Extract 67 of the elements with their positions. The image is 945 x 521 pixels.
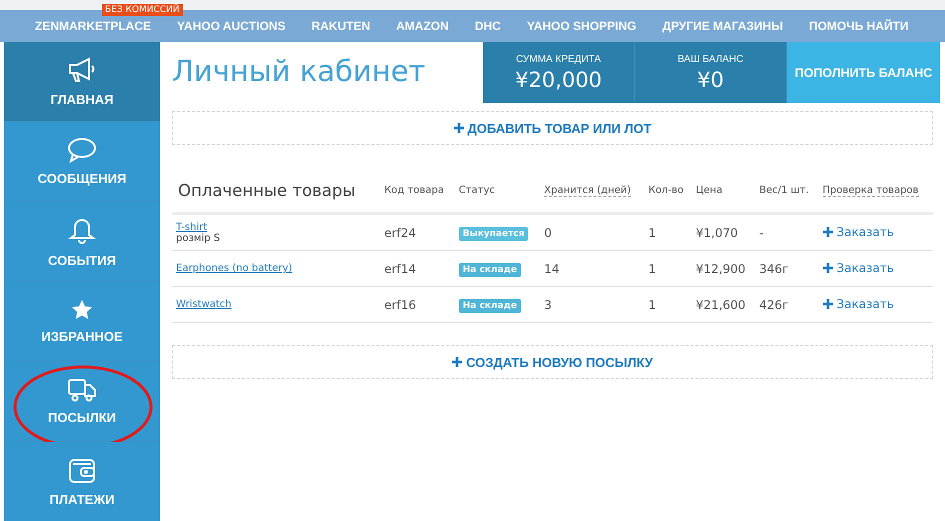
- item-link[interactable]: Wristwatch: [176, 299, 376, 310]
- table-cell: erf16: [380, 286, 455, 322]
- plus-icon: [822, 299, 833, 309]
- nav-link[interactable]: RAKUTEN: [298, 19, 384, 33]
- table-cell: 1: [644, 286, 692, 322]
- wallet-icon: [68, 456, 96, 484]
- credit-label: СУММА КРЕДИТА: [516, 54, 601, 64]
- column-header: Статус: [454, 177, 540, 214]
- nav-link[interactable]: ДРУГИЕ МАГАЗИНЫ: [649, 19, 796, 33]
- star-icon: [71, 299, 93, 321]
- column-header: Код товара: [380, 177, 455, 214]
- balance-value: ¥0: [697, 68, 724, 92]
- table-cell: ¥21,600: [692, 286, 756, 322]
- promo-badge: БЕЗ КОМИССИЙ: [102, 4, 182, 16]
- order-link[interactable]: Заказать: [822, 225, 894, 239]
- megaphone-icon: [67, 56, 97, 84]
- plus-icon: [454, 123, 464, 133]
- table-cell: 0: [540, 214, 644, 250]
- table-cell: -: [755, 214, 819, 250]
- column-header: Цена: [692, 177, 756, 214]
- sidebar-label: ГЛАВНАЯ: [50, 92, 114, 107]
- sidebar-label: ИЗБРАННОЕ: [41, 329, 123, 344]
- page-title: Личный кабинет: [171, 53, 426, 90]
- column-header: Проверка товаров: [818, 177, 933, 214]
- balance-label: ВАШ БАЛАНС: [678, 54, 744, 64]
- speech-bubble-icon: [67, 137, 97, 163]
- status-badge: На складе: [458, 298, 521, 312]
- status-badge: На складе: [458, 262, 521, 276]
- nav-link[interactable]: ZENMARKETPLACE: [22, 19, 164, 33]
- nav-link[interactable]: DHC: [462, 19, 514, 33]
- truck-icon: [67, 378, 97, 402]
- status-badge: Выкупается: [458, 226, 528, 240]
- item-note: розмір S: [176, 232, 221, 244]
- create-parcel-button[interactable]: СОЗДАТЬ НОВУЮ ПОСЫЛКУ: [172, 345, 933, 379]
- plus-icon: [452, 357, 462, 367]
- table-cell: ¥12,900: [692, 250, 756, 286]
- column-header: Хранится (дней): [540, 177, 644, 214]
- table-cell: 346г: [755, 250, 819, 286]
- sidebar-label: ПЛАТЕЖИ: [50, 492, 114, 507]
- nav-link[interactable]: ПОМОЧЬ НАЙТИ: [796, 19, 922, 33]
- sidebar-label: СООБЩЕНИЯ: [38, 171, 126, 186]
- order-link[interactable]: Заказать: [822, 261, 894, 275]
- nav-link[interactable]: YAHOO SHOPPING: [514, 19, 650, 33]
- nav-link[interactable]: AMAZON: [383, 19, 462, 33]
- column-header: Вес/1 шт.: [755, 177, 819, 214]
- order-link[interactable]: Заказать: [822, 297, 894, 311]
- table-cell: 1: [644, 250, 692, 286]
- table-cell: 426г: [755, 286, 819, 322]
- table-cell: 1: [644, 214, 692, 250]
- table-cell: ¥1,070: [692, 214, 756, 250]
- plus-icon: [822, 263, 833, 273]
- table-title: Оплаченные товары: [172, 177, 380, 214]
- table-cell: erf24: [380, 214, 455, 250]
- item-link[interactable]: Earphones (no battery): [176, 263, 376, 274]
- nav-link[interactable]: YAHOO AUCTIONS: [164, 19, 298, 33]
- sidebar-label: СОБЫТИЯ: [48, 253, 116, 268]
- plus-icon: [822, 227, 833, 237]
- add-item-button[interactable]: ДОБАВИТЬ ТОВАР ИЛИ ЛОТ: [172, 111, 933, 145]
- sidebar-item[interactable]: ГЛАВНАЯ: [4, 42, 160, 122]
- top-up-button[interactable]: ПОПОЛНИТЬ БАЛАНС: [787, 42, 940, 103]
- sidebar-label: ПОСЫЛКИ: [48, 410, 116, 425]
- credit-value: ¥20,000: [515, 68, 602, 92]
- item-link[interactable]: T-shirt: [176, 222, 376, 232]
- table-cell: 3: [540, 286, 644, 322]
- table-cell: 14: [540, 250, 644, 286]
- column-header: Кол-во: [644, 177, 692, 214]
- table-cell: erf14: [380, 250, 455, 286]
